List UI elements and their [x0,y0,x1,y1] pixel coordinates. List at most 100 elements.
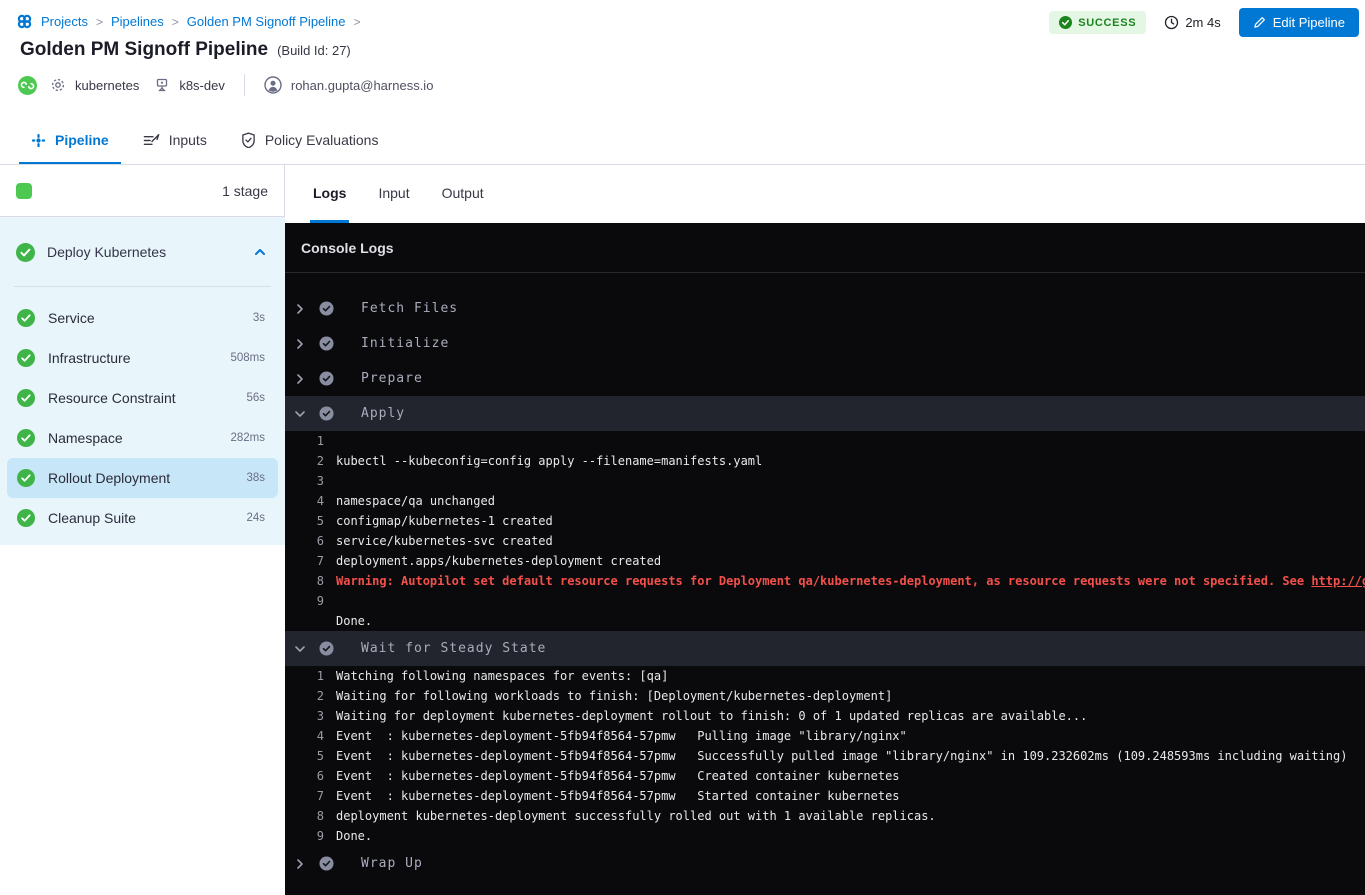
tab-inputs[interactable]: Inputs [131,118,219,164]
step-duration: 3s [253,312,265,324]
log-section-title: Wait for Steady State [361,641,546,656]
status-badge-label: SUCCESS [1078,17,1136,29]
step-duration: 24s [246,512,265,524]
log-line-number: 5 [285,511,324,531]
service-name[interactable]: kubernetes [75,78,139,93]
log-line-text: Waiting for deployment kubernetes-deploy… [336,706,1087,726]
log-line-number: 1 [285,431,324,451]
chevron-icon[interactable] [293,338,307,350]
step-success-icon [17,429,35,447]
breadcrumb-link[interactable]: Projects [41,14,88,29]
chevron-icon[interactable] [293,373,307,385]
step-row[interactable]: Rollout Deployment 38s [7,458,278,498]
breadcrumb-link[interactable]: Golden PM Signoff Pipeline [187,14,346,29]
log-line: Done. [285,611,1365,631]
stage-summary-row: 1 stage [0,165,285,217]
log-line: 5 configmap/kubernetes-1 created [285,511,1365,531]
chevron-icon[interactable] [293,643,307,655]
log-section-header[interactable]: Fetch Files [285,291,1365,326]
log-lines: 1 Watching following namespaces for even… [285,666,1365,846]
step-row[interactable]: Cleanup Suite 24s [7,498,278,538]
console-body: Fetch Files Initialize Prepare [285,273,1365,895]
log-section-header[interactable]: Wait for Steady State [285,631,1365,666]
log-line-number: 9 [285,826,324,846]
header-actions: SUCCESS 2m 4s Edit Pipeline [1049,8,1359,37]
log-line-number: 1 [285,666,324,686]
trigger-user-email: rohan.gupta@harness.io [291,78,434,93]
breadcrumb-separator: > [354,15,361,29]
step-label: Cleanup Suite [48,510,136,526]
step-success-icon [17,309,35,327]
edit-pipeline-label: Edit Pipeline [1273,15,1345,30]
breadcrumb-link[interactable]: Pipelines [111,14,164,29]
step-success-icon [17,349,35,367]
log-line-text: deployment kubernetes-deployment success… [336,806,936,826]
log-line-number: 2 [285,686,324,706]
chevron-icon[interactable] [293,303,307,315]
log-section-title: Wrap Up [361,856,423,871]
step-row[interactable]: Namespace 282ms [7,418,278,458]
console-header: Console Logs [285,223,1365,273]
log-line: 2 kubectl --kubeconfig=config apply --fi… [285,451,1365,471]
log-section-header[interactable]: Wrap Up [285,846,1365,881]
step-label: Resource Constraint [48,390,176,406]
chevron-icon[interactable] [293,408,307,420]
log-line-number: 5 [285,746,324,766]
harness-logo-icon [16,13,33,30]
log-section: Fetch Files [285,291,1365,326]
chevron-up-icon[interactable] [253,245,267,259]
log-line: 3 Waiting for deployment kubernetes-depl… [285,706,1365,726]
tab-output[interactable]: Output [439,165,487,223]
tab-input[interactable]: Input [375,165,412,223]
log-line: 1 [285,431,1365,451]
tab-policy-evaluations[interactable]: Policy Evaluations [229,118,391,164]
breadcrumb-item: Projects > [41,14,103,29]
step-row[interactable]: Service 3s [7,298,278,338]
user-icon [264,76,282,94]
pipeline-execution-page: Projects > Pipelines > Golden PM Signoff… [0,0,1365,895]
chevron-icon[interactable] [293,858,307,870]
pipeline-meta-row: kubernetes k8s-dev rohan.gupta@harness.i… [0,61,1365,96]
warning-doc-link[interactable]: http://g [1311,574,1365,588]
content-area: 1 stage Deploy Kubernetes Servi [0,165,1365,895]
log-line-number: 7 [285,786,324,806]
step-success-icon [17,509,35,527]
log-line-text: Done. [336,826,372,846]
log-section-title: Prepare [361,371,423,386]
execution-sidebar: 1 stage Deploy Kubernetes Servi [0,165,285,895]
step-row[interactable]: Resource Constraint 56s [7,378,278,418]
log-line-text: Waiting for following workloads to finis… [336,686,892,706]
log-line-number: 3 [285,471,324,491]
log-line-text: Done. [336,611,372,631]
tab-pipeline[interactable]: Pipeline [19,118,121,164]
step-duration: 38s [246,472,265,484]
log-section-header[interactable]: Initialize [285,326,1365,361]
stage-count-label: 1 stage [222,183,268,199]
log-line-number: 8 [285,571,324,591]
log-line-text: Event : kubernetes-deployment-5fb94f8564… [336,726,907,746]
log-line-text: Event : kubernetes-deployment-5fb94f8564… [336,766,900,786]
section-success-icon [319,301,334,316]
log-lines: 1 2 kubectl --kubeconfig=config apply --… [285,431,1365,631]
tab-logs[interactable]: Logs [310,165,349,223]
log-section-header[interactable]: Prepare [285,361,1365,396]
tab-pipeline-label: Pipeline [55,132,109,148]
log-line-number: 4 [285,726,324,746]
log-section: Wrap Up [285,846,1365,881]
execution-duration: 2m 4s [1164,15,1220,30]
build-id-label: (Build Id: 27) [277,43,351,58]
pencil-icon [1253,16,1266,29]
log-section-header[interactable]: Apply [285,396,1365,431]
step-row[interactable]: Infrastructure 508ms [7,338,278,378]
log-section-title: Initialize [361,336,449,351]
section-success-icon [319,371,334,386]
stage-header-deploy-kubernetes[interactable]: Deploy Kubernetes [0,217,285,287]
main-tab-bar: Pipeline Inputs Policy Evaluations [0,118,1365,165]
log-line-text: configmap/kubernetes-1 created [336,511,553,531]
duration-value: 2m 4s [1185,15,1220,30]
step-success-icon [17,469,35,487]
log-line: 2 Waiting for following workloads to fin… [285,686,1365,706]
environment-name[interactable]: k8s-dev [179,78,225,93]
edit-pipeline-button[interactable]: Edit Pipeline [1239,8,1359,37]
breadcrumb-item: Pipelines > [111,14,179,29]
